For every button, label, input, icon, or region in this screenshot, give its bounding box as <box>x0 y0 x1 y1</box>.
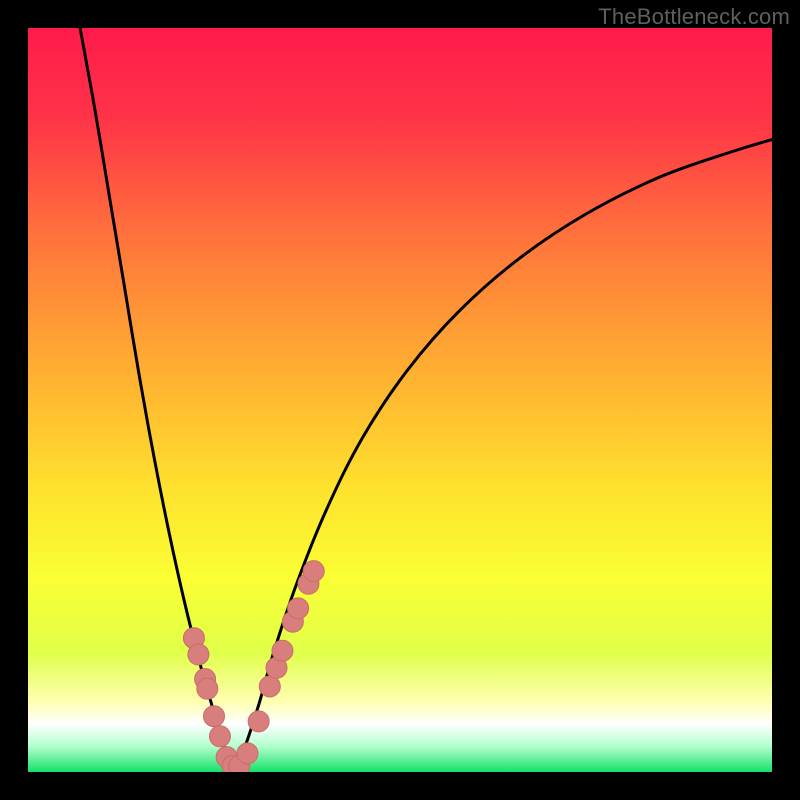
highlight-marker <box>204 706 225 727</box>
highlight-marker <box>197 678 218 699</box>
highlight-marker <box>303 561 324 582</box>
highlight-marker <box>272 640 293 661</box>
highlight-marker <box>288 598 309 619</box>
highlight-marker <box>209 726 230 747</box>
outer-frame: TheBottleneck.com <box>0 0 800 800</box>
highlight-marker <box>237 743 258 764</box>
highlight-marker <box>188 644 209 665</box>
highlight-marker <box>248 711 269 732</box>
bottleneck-chart <box>0 0 800 800</box>
highlight-marker <box>259 676 280 697</box>
plot-background <box>28 28 772 772</box>
